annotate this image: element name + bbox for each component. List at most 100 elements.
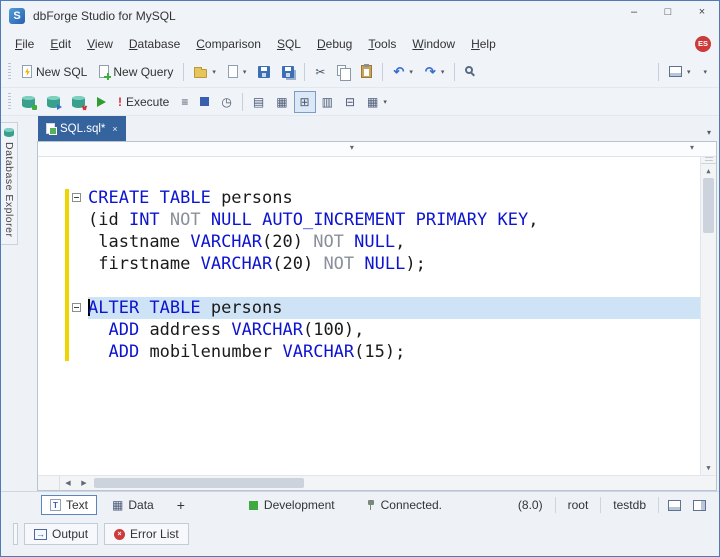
add-view-button[interactable]: +	[169, 497, 193, 513]
sql-toolbar: ! Execute ≡ ◷ ▤ ▦ ⊞ ▥ ⊟ ▦ ▾	[1, 88, 719, 116]
code-text: ADD address VARCHAR(100),	[88, 319, 716, 341]
run-button[interactable]	[91, 91, 112, 113]
menu-item-tools[interactable]: Tools	[360, 34, 404, 54]
code-line-8[interactable]: ADD mobilenumber VARCHAR(15);	[38, 341, 716, 363]
panel-grip[interactable]	[13, 523, 18, 545]
menu-item-file[interactable]: File	[7, 34, 42, 54]
tab-close-icon[interactable]: ×	[112, 124, 117, 134]
menu-item-comparison[interactable]: Comparison	[188, 34, 269, 54]
new-sql-label: New SQL	[36, 65, 87, 79]
menu-item-edit[interactable]: Edit	[42, 34, 79, 54]
undo-button[interactable]: ↶ ▾	[387, 61, 418, 83]
code-token: mobilenumber	[139, 342, 282, 362]
code-line-7[interactable]: ADD address VARCHAR(100),	[38, 319, 716, 341]
view-tab-data[interactable]: ▦ Data	[103, 495, 163, 515]
code-line-5[interactable]	[38, 275, 716, 297]
scrollbar-corner	[700, 476, 716, 490]
copy-button[interactable]	[331, 61, 355, 83]
layout-combo-button[interactable]: ▾	[663, 61, 697, 83]
code-line-1[interactable]: CREATE TABLE persons	[38, 187, 716, 209]
stop-button[interactable]	[194, 91, 215, 113]
code-token: address	[139, 320, 231, 340]
undo-icon: ↶	[393, 65, 404, 78]
menu-item-help[interactable]: Help	[463, 34, 504, 54]
menu-item-window[interactable]: Window	[404, 34, 463, 54]
save-button[interactable]	[252, 61, 276, 83]
database-explorer-label: Database Explorer	[3, 142, 15, 237]
script-icon: ≡	[181, 96, 188, 108]
results-option-button-2[interactable]: ▦	[270, 91, 293, 113]
close-button[interactable]: ×	[685, 1, 719, 31]
execute-script-button[interactable]: ≡	[175, 91, 194, 113]
toolbar-grip	[8, 63, 11, 81]
results-option-button-5[interactable]: ⊟	[339, 91, 361, 113]
toolbar-separator	[242, 93, 243, 111]
copy-icon	[337, 65, 346, 76]
navigation-dropdown-icon[interactable]: ▾	[690, 143, 694, 152]
results-combo-button[interactable]: ▦ ▾	[361, 91, 393, 113]
sql-editor[interactable]: CREATE TABLE persons(id INT NOT NULL AUT…	[38, 157, 716, 475]
redo-button[interactable]: ↷ ▾	[419, 61, 450, 83]
hscroll-splitter[interactable]	[38, 476, 60, 490]
vscroll-track[interactable]	[701, 178, 716, 461]
connection-pin-icon	[367, 500, 375, 511]
paste-button[interactable]	[355, 61, 378, 83]
menu-item-view[interactable]: View	[79, 34, 121, 54]
results-option-button-1[interactable]: ▤	[247, 91, 270, 113]
scroll-up-icon[interactable]: ▲	[701, 164, 716, 178]
layout-right-button[interactable]	[690, 500, 709, 511]
results-option-button-4[interactable]: ▥	[316, 91, 339, 113]
fold-collapse-icon[interactable]	[72, 303, 81, 312]
vertical-scrollbar[interactable]: ▲ ▼	[700, 157, 716, 475]
code-token	[88, 342, 108, 362]
output-panel-button[interactable]: → Output	[24, 523, 98, 545]
code-line-6[interactable]: ALTER TABLE persons	[38, 297, 716, 319]
history-button[interactable]: ◷	[215, 91, 237, 113]
menu-item-debug[interactable]: Debug	[309, 34, 360, 54]
app-window: S dbForge Studio for MySQL – □ × FileEdi…	[0, 0, 720, 557]
open-documents-dropdown-icon[interactable]: ▾	[707, 128, 717, 141]
minimize-button[interactable]: –	[617, 1, 651, 31]
new-connection-button[interactable]	[16, 91, 41, 113]
code-text: CREATE TABLE persons	[88, 187, 716, 209]
fold-collapse-icon[interactable]	[72, 193, 81, 202]
document-tab[interactable]: SQL.sql* ×	[38, 116, 126, 141]
database-explorer-tab[interactable]: Database Explorer	[1, 122, 18, 245]
horizontal-scrollbar[interactable]: ◀ ▶	[38, 475, 716, 490]
scroll-down-icon[interactable]: ▼	[701, 461, 716, 475]
environment-label[interactable]: Development	[264, 498, 335, 512]
layout-bottom-icon	[668, 500, 681, 511]
menu-item-database[interactable]: Database	[121, 34, 188, 54]
view-tab-text[interactable]: T Text	[41, 495, 97, 515]
save-all-button[interactable]	[276, 61, 300, 83]
hscroll-thumb[interactable]	[94, 478, 304, 488]
code-line-3[interactable]: lastname VARCHAR(20) NOT NULL,	[38, 231, 716, 253]
execute-button[interactable]: ! Execute	[112, 91, 175, 113]
changed-lines-indicator	[65, 189, 69, 361]
toolbar-options-button[interactable]: ▾	[696, 61, 713, 83]
new-sql-button[interactable]: New SQL	[16, 61, 93, 83]
maximize-button[interactable]: □	[651, 1, 685, 31]
menu-item-sql[interactable]: SQL	[269, 34, 309, 54]
find-button[interactable]	[459, 61, 482, 83]
error-list-panel-button[interactable]: × Error List	[104, 523, 189, 545]
code-token: NOT	[313, 232, 354, 252]
scroll-left-icon[interactable]: ◀	[60, 476, 76, 490]
hscroll-track[interactable]	[92, 476, 700, 490]
cut-button[interactable]: ✂	[309, 61, 331, 83]
license-badge[interactable]: ES	[695, 36, 711, 52]
scroll-right-icon[interactable]: ▶	[76, 476, 92, 490]
disconnect-button[interactable]	[66, 91, 91, 113]
new-query-button[interactable]: New Query	[93, 61, 179, 83]
change-connection-button[interactable]	[41, 91, 66, 113]
navigation-dropdown-icon[interactable]: ▾	[350, 143, 354, 152]
vscroll-thumb[interactable]	[703, 178, 714, 233]
open-document-button[interactable]: ▾	[222, 61, 253, 83]
code-line-4[interactable]: firstname VARCHAR(20) NOT NULL);	[38, 253, 716, 275]
code-token: ,	[395, 232, 405, 252]
layout-bottom-button[interactable]	[665, 500, 684, 511]
open-file-button[interactable]: ▾	[188, 61, 222, 83]
code-line-2[interactable]: (id INT NOT NULL AUTO_INCREMENT PRIMARY …	[38, 209, 716, 231]
code-text: firstname VARCHAR(20) NOT NULL);	[88, 253, 716, 275]
results-option-button-3[interactable]: ⊞	[294, 91, 316, 113]
